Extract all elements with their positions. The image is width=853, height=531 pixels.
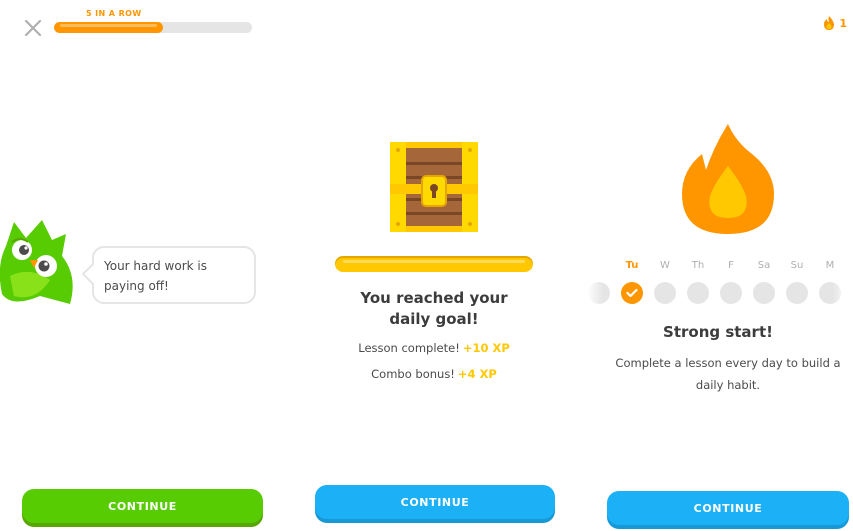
continue-button[interactable]: CONTINUE xyxy=(607,491,849,525)
day-item xyxy=(586,260,612,304)
lesson-feedback-screen: 5 IN A ROW Your hard work is paying off!… xyxy=(0,0,283,531)
day-label: W xyxy=(660,260,670,271)
check-icon xyxy=(626,288,638,298)
close-icon[interactable] xyxy=(22,17,44,39)
day-label: Sa xyxy=(757,260,771,271)
day-dot xyxy=(687,282,709,304)
day-label: F xyxy=(728,260,734,271)
flame-icon xyxy=(680,124,776,236)
day-dot xyxy=(654,282,676,304)
day-item: W xyxy=(652,260,678,304)
streak-count: 1 xyxy=(839,16,847,30)
continue-button[interactable]: CONTINUE xyxy=(315,485,555,519)
reward-label: Combo bonus! xyxy=(371,367,455,381)
speech-bubble: Your hard work is paying off! xyxy=(92,246,256,304)
day-label: M xyxy=(825,260,835,271)
day-label: Su xyxy=(790,260,804,271)
owl-mascot xyxy=(0,216,80,312)
streak-counter: 1 xyxy=(823,16,847,30)
treasure-chest-icon xyxy=(386,138,482,236)
reward-combo-bonus: Combo bonus! +4 XP xyxy=(290,367,578,381)
reward-xp: +4 XP xyxy=(457,367,497,381)
day-label: Th xyxy=(691,260,705,271)
day-complete-dot xyxy=(621,282,643,304)
day-label: Tu xyxy=(625,260,639,271)
day-dot xyxy=(786,282,808,304)
day-item: Su xyxy=(784,260,810,304)
day-item: F xyxy=(718,260,744,304)
goal-title: You reached your daily goal! xyxy=(360,289,508,328)
day-item: Sa xyxy=(751,260,777,304)
day-dot xyxy=(588,282,610,304)
day-dot xyxy=(720,282,742,304)
day-label xyxy=(586,260,612,274)
week-streak-row: Tu W Th F Sa Su M xyxy=(583,260,853,310)
day-item: M xyxy=(817,260,843,304)
reward-lesson-complete: Lesson complete! +10 XP xyxy=(290,341,578,355)
day-dot xyxy=(819,282,841,304)
reward-label: Lesson complete! xyxy=(358,341,460,355)
streak-label: 5 IN A ROW xyxy=(86,9,142,18)
lesson-progress-bar xyxy=(54,22,252,33)
flame-icon xyxy=(824,16,835,30)
streak-description: Complete a lesson every day to build a d… xyxy=(615,356,841,392)
streak-title: Strong start! xyxy=(663,323,773,341)
daily-goal-progress-bar xyxy=(335,256,533,272)
continue-button[interactable]: CONTINUE xyxy=(22,489,263,523)
daily-goal-screen: You reached your daily goal! Lesson comp… xyxy=(290,0,578,531)
reward-xp: +10 XP xyxy=(462,341,510,355)
day-item: Th xyxy=(685,260,711,304)
streak-screen: 1 Tu W Th F Sa Su M Strong start! Complete a l… xyxy=(583,0,853,531)
lesson-progress-fill xyxy=(54,22,163,33)
day-item: Tu xyxy=(619,260,645,304)
day-dot xyxy=(753,282,775,304)
